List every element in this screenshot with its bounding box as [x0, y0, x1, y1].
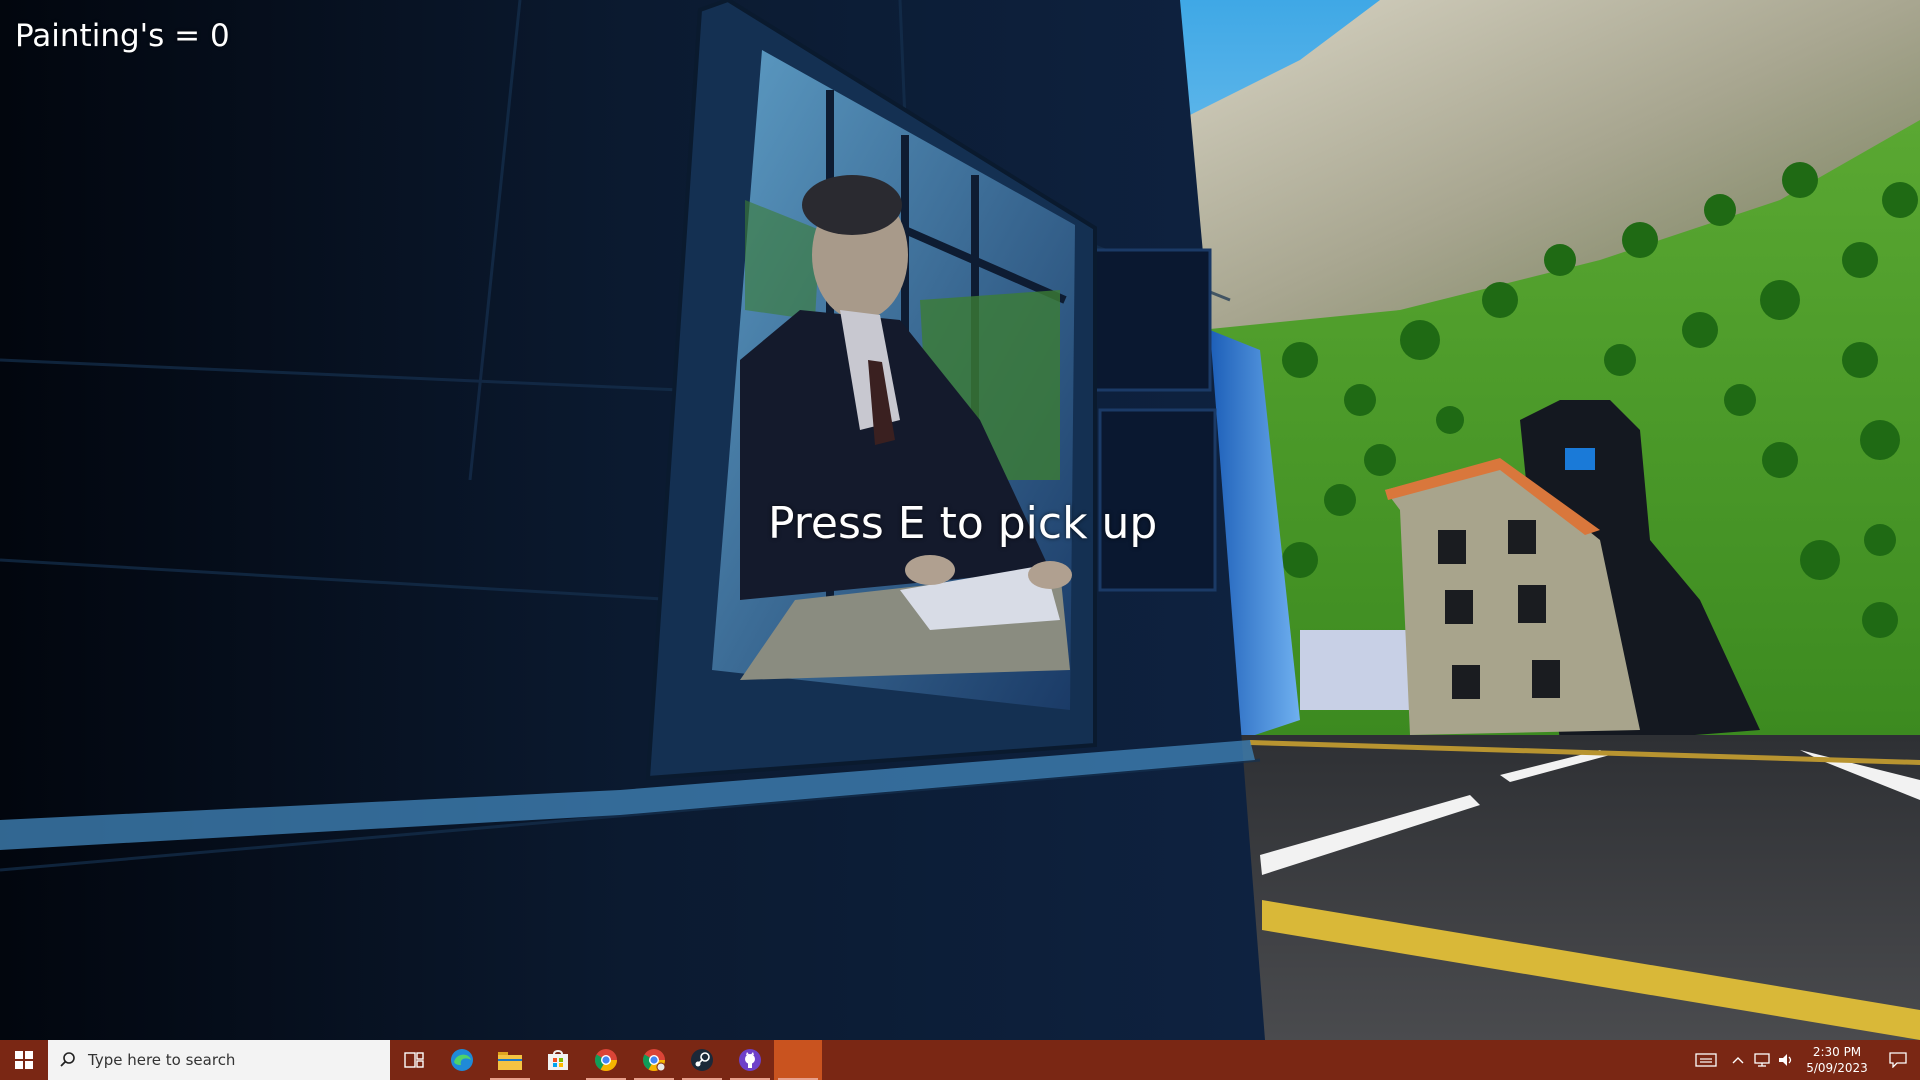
chrome-profile-icon	[643, 1049, 666, 1072]
clock-time: 2:30 PM	[1812, 1045, 1862, 1059]
pickup-prompt: Press E to pick up	[768, 498, 1158, 549]
store-taskbar-button[interactable]	[534, 1040, 582, 1080]
painting-counter: Painting's = 0	[15, 18, 230, 54]
search-placeholder: Type here to search	[88, 1051, 236, 1069]
github-desktop-icon	[739, 1049, 761, 1071]
file-explorer-taskbar-button[interactable]	[486, 1040, 534, 1080]
taskbar-search-box[interactable]: Type here to search	[48, 1040, 390, 1080]
keyboard-input-icon[interactable]	[1686, 1040, 1726, 1080]
notification-center-button[interactable]	[1876, 1040, 1920, 1080]
steam-taskbar-button[interactable]	[678, 1040, 726, 1080]
windows-logo-icon	[15, 1051, 33, 1069]
system-tray: 2:30 PM 5/09/2023	[1686, 1040, 1920, 1080]
show-hidden-icons-chevron-icon[interactable]	[1726, 1040, 1750, 1080]
notification-icon	[1889, 1052, 1907, 1068]
volume-icon[interactable]	[1774, 1040, 1798, 1080]
start-button[interactable]	[0, 1040, 48, 1080]
chrome-taskbar-button[interactable]	[582, 1040, 630, 1080]
chrome-browser-icon	[595, 1049, 617, 1071]
windows-taskbar: Type here to search 2:30 PM 5/09/2023	[0, 1040, 1920, 1080]
tower-window	[1565, 448, 1595, 470]
running-app-button[interactable]	[774, 1040, 822, 1080]
game-viewport[interactable]: Painting's = 0 Press E to pick up	[0, 0, 1920, 1040]
task-view-button[interactable]	[390, 1040, 438, 1080]
network-icon[interactable]	[1750, 1040, 1774, 1080]
edge-browser-icon	[451, 1049, 473, 1071]
github-taskbar-button[interactable]	[726, 1040, 774, 1080]
edge-taskbar-button[interactable]	[438, 1040, 486, 1080]
task-view-icon	[404, 1052, 424, 1068]
clock-date: 5/09/2023	[1806, 1061, 1868, 1075]
steam-icon	[691, 1049, 713, 1071]
microsoft-store-icon	[548, 1050, 568, 1070]
chrome-profile-taskbar-button[interactable]	[630, 1040, 678, 1080]
file-explorer-icon	[498, 1052, 522, 1070]
search-icon	[60, 1052, 75, 1067]
taskbar-clock[interactable]: 2:30 PM 5/09/2023	[1798, 1044, 1876, 1076]
